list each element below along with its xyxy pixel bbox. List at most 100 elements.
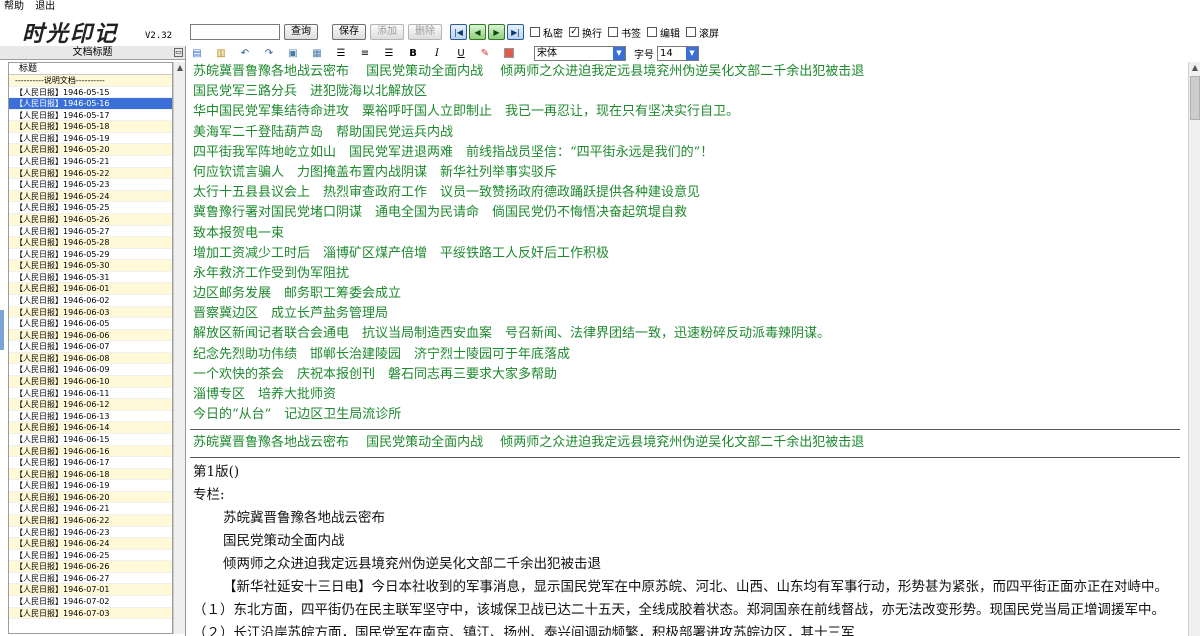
tree-item[interactable]: 【人民日报】1946-05-29 xyxy=(9,249,172,261)
tree-item[interactable]: 【人民日报】1946-06-01 xyxy=(9,283,172,295)
delete-button[interactable]: 删除 xyxy=(408,24,442,40)
tree-item[interactable]: 【人民日报】1946-06-27 xyxy=(9,573,172,585)
tree-item[interactable]: 【人民日报】1946-07-02 xyxy=(9,596,172,608)
bookmark-checkbox-box[interactable] xyxy=(608,27,618,37)
undo-icon[interactable]: ↶ xyxy=(238,46,252,60)
first-record-icon[interactable]: |◀ xyxy=(450,24,467,40)
tree-item[interactable]: 【人民日报】1946-06-06 xyxy=(9,329,172,342)
tree-item[interactable]: 【人民日报】1946-05-27 xyxy=(9,226,172,238)
menu-help[interactable]: 帮助 xyxy=(4,1,24,12)
tree-item[interactable]: 【人民日报】1946-06-24 xyxy=(9,538,172,550)
tree-item[interactable]: 【人民日报】1946-05-26 xyxy=(9,213,172,226)
tree-item[interactable]: 【人民日报】1946-06-20 xyxy=(9,491,172,504)
tree-item[interactable]: 【人民日报】1946-06-07 xyxy=(9,341,172,353)
table-icon[interactable]: ▦ xyxy=(310,46,324,60)
tree-item[interactable]: 【人民日报】1946-06-08 xyxy=(9,352,172,365)
headline-link[interactable]: 晋察冀边区 成立长芦盐务管理局 xyxy=(193,304,1186,324)
edit-checkbox-box[interactable] xyxy=(647,27,657,37)
wrap-checkbox[interactable]: ✓ 换行 xyxy=(569,25,602,40)
panel-splitter-handle[interactable] xyxy=(0,310,4,350)
tree-item[interactable]: 【人民日报】1946-05-23 xyxy=(9,179,172,191)
paste-icon[interactable]: ▥ xyxy=(214,46,228,60)
headline-link[interactable]: 致本报贺电一束 xyxy=(193,224,1186,244)
headline-link[interactable]: 一个欢快的茶会 庆祝本报创刊 磐石同志再三要求大家多帮助 xyxy=(193,365,1186,385)
scroll-up-icon[interactable]: ▲ xyxy=(174,62,186,74)
tree-item[interactable]: 【人民日报】1946-05-18 xyxy=(9,121,172,133)
tree-item[interactable]: 【人民日报】1946-05-16 xyxy=(9,98,172,110)
headline-link[interactable]: 苏皖冀晋鲁豫各地战云密布 国民党策动全面内战 倾两师之众进迫我定远县境兖州伪逆吴… xyxy=(193,62,1186,82)
tree-item[interactable]: ----------说明文档---------- xyxy=(9,75,172,87)
cut-icon[interactable]: ▤ xyxy=(190,46,204,60)
headline-link[interactable]: 淄博专区 培养大批师资 xyxy=(193,385,1186,405)
document-content[interactable]: 苏皖冀晋鲁豫各地战云密布 国民党策动全面内战 倾两师之众进迫我定远县境兖州伪逆吴… xyxy=(190,62,1186,636)
tree-item[interactable]: 【人民日报】1946-06-26 xyxy=(9,561,172,573)
tree-item[interactable]: 【人民日报】1946-07-03 xyxy=(9,607,172,620)
chevron-down-icon[interactable]: ▼ xyxy=(686,46,698,60)
scrollbar-thumb[interactable] xyxy=(1190,76,1200,120)
underline-icon[interactable]: U xyxy=(454,46,468,60)
tree-item[interactable]: 【人民日报】1946-06-18 xyxy=(9,468,172,481)
italic-icon[interactable]: I xyxy=(430,46,444,60)
tree-item[interactable]: 【人民日报】1946-06-19 xyxy=(9,480,172,492)
scroll-checkbox-box[interactable] xyxy=(686,27,696,37)
query-button[interactable]: 查询 xyxy=(284,24,318,40)
private-checkbox[interactable]: 私密 xyxy=(530,25,563,40)
headline-link[interactable]: 纪念先烈助功伟绩 邯郸长治建陵园 济宁烈士陵园可于年底落成 xyxy=(193,345,1186,365)
bookmark-checkbox[interactable]: 书签 xyxy=(608,25,641,40)
tree-item[interactable]: 【人民日报】1946-05-28 xyxy=(9,237,172,249)
headline-link[interactable]: 美海军二千登陆葫芦岛 帮助国民党运兵内战 xyxy=(193,123,1186,143)
add-button[interactable]: 添加 xyxy=(370,24,404,40)
tree-item[interactable]: 【人民日报】1946-05-15 xyxy=(9,87,172,99)
tree-item[interactable]: 【人民日报】1946-06-03 xyxy=(9,306,172,319)
tree-item[interactable]: 【人民日报】1946-06-15 xyxy=(9,434,172,446)
tree-item[interactable]: 【人民日报】1946-05-24 xyxy=(9,190,172,203)
image-icon[interactable]: ▣ xyxy=(286,46,300,60)
tree-item[interactable]: 【人民日报】1946-06-22 xyxy=(9,514,172,527)
tree-item[interactable]: 【人民日报】1946-05-31 xyxy=(9,272,172,284)
font-family-select[interactable]: 宋体 ▼ xyxy=(534,45,626,61)
chevron-down-icon[interactable]: ▼ xyxy=(613,46,625,60)
tree-item[interactable]: 【人民日报】1946-06-17 xyxy=(9,457,172,469)
bold-icon[interactable]: B xyxy=(406,46,420,60)
tree-item[interactable]: 【人民日报】1946-05-20 xyxy=(9,144,172,157)
tree-item[interactable]: 【人民日报】1946-07-01 xyxy=(9,584,172,597)
tree-item[interactable]: 【人民日报】1946-06-09 xyxy=(9,364,172,377)
tree-column-header[interactable]: 标题 xyxy=(9,63,172,75)
wrap-checkbox-box[interactable]: ✓ xyxy=(569,27,579,37)
headline-link[interactable]: 永年救济工作受到伪军阻扰 xyxy=(193,264,1186,284)
tree-item[interactable]: 【人民日报】1946-06-21 xyxy=(9,503,172,515)
headline-link[interactable]: 增加工资减少工时后 淄博矿区煤产倍增 平绥铁路工人反奸后工作积极 xyxy=(193,244,1186,264)
tree-item[interactable]: 【人民日报】1946-05-22 xyxy=(9,167,172,180)
font-size-select[interactable]: 14 ▼ xyxy=(657,45,699,61)
align-center-icon[interactable]: ≡ xyxy=(358,46,372,60)
menu-exit[interactable]: 退出 xyxy=(35,1,55,12)
edit-checkbox[interactable]: 编辑 xyxy=(647,25,680,40)
headline-link[interactable]: 华中国民党军集结待命进攻 粟裕呼吁国人立即制止 我已一再忍让，现在只有坚决实行自… xyxy=(193,102,1186,122)
tree-item[interactable]: 【人民日报】1946-05-30 xyxy=(9,260,172,272)
private-checkbox-box[interactable] xyxy=(530,27,540,37)
tree-item[interactable]: 【人民日报】1946-06-11 xyxy=(9,388,172,400)
last-record-icon[interactable]: ▶| xyxy=(507,24,524,40)
next-record-icon[interactable]: ▶ xyxy=(488,24,505,40)
tree-item[interactable]: 【人民日报】1946-06-13 xyxy=(9,411,172,423)
tree-item[interactable]: 【人民日报】1946-06-23 xyxy=(9,527,172,539)
tree-item[interactable]: 【人民日报】1946-06-12 xyxy=(9,399,172,411)
tree-item[interactable]: 【人民日报】1946-05-19 xyxy=(9,133,172,145)
document-tree[interactable]: 标题 ----------说明文档---------- 【人民日报】1946-05… xyxy=(8,62,173,634)
previous-record-icon[interactable]: ◀ xyxy=(469,24,486,40)
article-body[interactable]: 第1版() 专栏: 苏皖冀晋鲁豫各地战云密布 国民党策动全面内战 倾两师之众进迫… xyxy=(190,461,1186,636)
tree-item[interactable]: 【人民日报】1946-06-25 xyxy=(9,550,172,562)
redo-icon[interactable]: ↷ xyxy=(262,46,276,60)
headline-link[interactable]: 今日的“从台” 记边区卫生局流诊所 xyxy=(193,405,1186,425)
align-right-icon[interactable]: ☰ xyxy=(382,46,396,60)
tree-item[interactable]: 【人民日报】1946-06-02 xyxy=(9,295,172,307)
tree-item[interactable]: 【人民日报】1946-06-16 xyxy=(9,445,172,458)
tree-item[interactable]: 【人民日报】1946-05-25 xyxy=(9,202,172,214)
scroll-checkbox[interactable]: 滚屏 xyxy=(686,25,719,40)
headline-link[interactable]: 四平街我军阵地屹立如山 国民党军进退两难 前线指战员坚信：“四平街永远是我们的”… xyxy=(193,143,1186,163)
tree-item[interactable]: 【人民日报】1946-06-05 xyxy=(9,318,172,330)
tree-item[interactable]: 【人民日报】1946-06-10 xyxy=(9,376,172,388)
highlight-icon[interactable]: ✎ xyxy=(478,46,492,60)
pin-icon[interactable]: ▭ xyxy=(174,48,183,57)
headline-link[interactable]: 解放区新闻记者联合会通电 抗议当局制造西安血案 号召新闻、法律界团结一致，迅速粉… xyxy=(193,324,1186,344)
